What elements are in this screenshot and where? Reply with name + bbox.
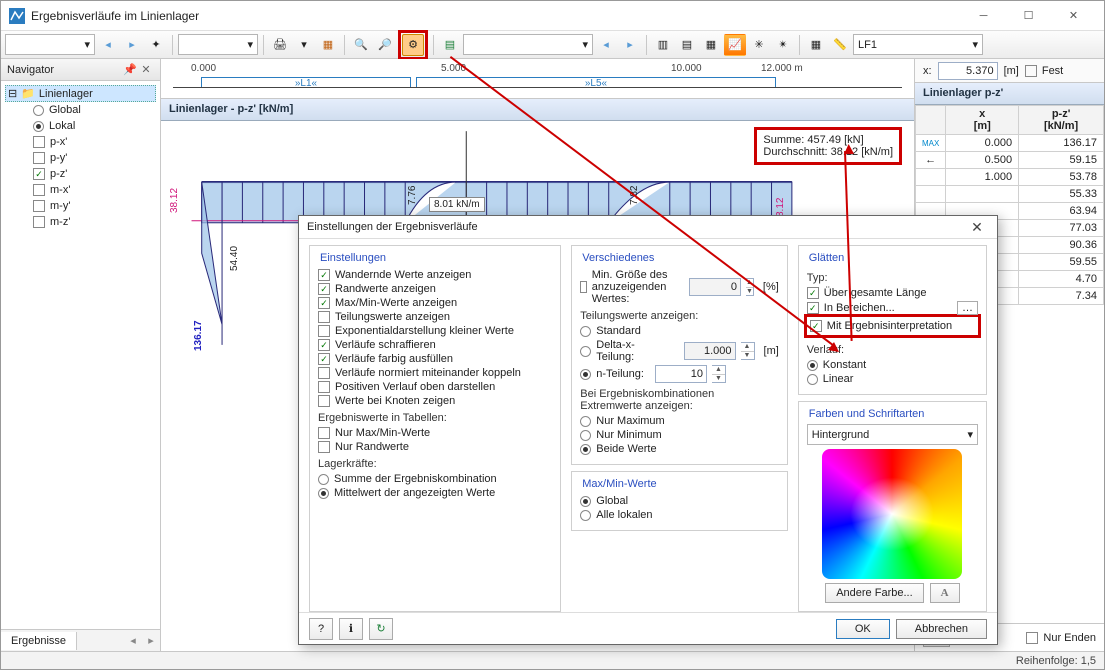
tree-item[interactable]: m-z' — [5, 214, 156, 230]
chk-farbig[interactable]: ✓Verläufe farbig ausfüllen — [318, 352, 552, 366]
radio-n[interactable]: n-Teilung: ▲▼ — [580, 364, 779, 384]
chk-gesamte[interactable]: ✓Über gesamte Länge — [807, 286, 978, 300]
radio-min[interactable]: Nur Minimum — [580, 428, 779, 442]
dx-input[interactable] — [684, 342, 736, 360]
nav2-next[interactable]: ▸ — [619, 34, 641, 56]
table-icon[interactable]: ▦ — [805, 34, 827, 56]
zoom-in-icon[interactable]: 🔍 — [350, 34, 372, 56]
nur-enden-checkbox[interactable]: Nur Enden — [1026, 631, 1096, 645]
chk-nur-rand[interactable]: Nur Randwerte — [318, 440, 552, 454]
minimize-button[interactable]: ─ — [961, 1, 1006, 30]
ruler: 0.000 5.000 10.000 12.000 m »L1« »L5« — [161, 59, 914, 99]
combo-3[interactable]: ▾ — [463, 34, 593, 55]
plot-title: Linienlager - p-z' [kN/m] — [161, 99, 914, 121]
chart-icon[interactable]: 📈 — [724, 34, 746, 56]
chk-normiert[interactable]: Verläufe normiert miteinander koppeln — [318, 366, 552, 380]
tree-lokal[interactable]: Lokal — [5, 118, 156, 134]
right-table-title: Linienlager p-z' — [915, 83, 1104, 105]
tab-next[interactable]: ▸ — [142, 630, 160, 651]
tree-global[interactable]: Global — [5, 102, 156, 118]
lf-combo[interactable]: LF1▾ — [853, 34, 983, 55]
reset-icon[interactable]: ↻ — [369, 618, 393, 640]
ruler-icon[interactable]: 📏 — [829, 34, 851, 56]
font-button[interactable]: A — [930, 583, 960, 603]
tree-item[interactable]: p-x' — [5, 134, 156, 150]
combo-2[interactable]: ▾ — [178, 34, 258, 55]
maximize-button[interactable]: ☐ — [1006, 1, 1051, 30]
chk-min-groesse[interactable]: Min. Größe des anzuzeigenden Wertes: ▲▼ … — [580, 268, 779, 306]
pick-icon[interactable]: ✦ — [145, 34, 167, 56]
filter-2-icon[interactable]: ▤ — [676, 34, 698, 56]
ok-button[interactable]: OK — [836, 619, 890, 639]
fest-checkbox[interactable]: Fest — [1025, 64, 1063, 78]
tree-item[interactable]: m-x' — [5, 182, 156, 198]
chk-interpretation[interactable]: ✓Mit Ergebnisinterpretation — [810, 319, 975, 333]
close-button[interactable]: ✕ — [1051, 1, 1096, 30]
navigator-pin-icon[interactable]: 📌 — [122, 62, 138, 78]
combo-1[interactable]: ▾ — [5, 34, 95, 55]
radio-konstant[interactable]: Konstant — [807, 358, 978, 372]
print-dropdown[interactable]: ▾ — [293, 34, 315, 56]
filter-1-icon[interactable]: ▥ — [652, 34, 674, 56]
tab-ergebnisse[interactable]: Ergebnisse — [1, 632, 77, 650]
help-icon[interactable]: ? — [309, 618, 333, 640]
tab-prev[interactable]: ◂ — [124, 630, 142, 651]
table-row[interactable]: MAX0.000136.17 — [916, 135, 1104, 152]
chk-schraffieren[interactable]: ✓Verläufe schraffieren — [318, 338, 552, 352]
chk-expo[interactable]: Exponentialdarstellung kleiner Werte — [318, 324, 552, 338]
tree-item[interactable]: p-y' — [5, 150, 156, 166]
color-wheel[interactable] — [822, 449, 962, 579]
summary-box: Summe: 457.49 [kN] Durchschnitt: 38.12 [… — [754, 127, 902, 165]
filter-3-icon[interactable]: ▦ — [700, 34, 722, 56]
settings-dialog: Einstellungen der Ergebnisverläufe ✕ Ein… — [298, 215, 998, 645]
table-row[interactable]: 1.00053.78 — [916, 169, 1104, 186]
nav-first[interactable]: ◂ — [97, 34, 119, 56]
settings-icon[interactable]: ⚙ — [402, 34, 424, 56]
info-icon[interactable]: ℹ — [339, 618, 363, 640]
window-title: Ergebnisverläufe im Linienlager — [31, 9, 961, 23]
navigator-title: Navigator — [7, 64, 54, 76]
color-combo[interactable]: Hintergrund▾ — [807, 424, 978, 445]
chk-teilung[interactable]: Teilungswerte anzeigen — [318, 310, 552, 324]
x-position-input[interactable] — [938, 62, 998, 80]
navigator-close-icon[interactable]: ✕ — [138, 62, 154, 78]
chk-nur-maxmin[interactable]: Nur Max/Min-Werte — [318, 426, 552, 440]
dialog-close-icon[interactable]: ✕ — [965, 216, 989, 238]
app-icon — [9, 8, 25, 24]
excel-icon[interactable]: ▤ — [439, 34, 461, 56]
table-row[interactable]: 55.33 — [916, 186, 1104, 203]
cancel-button[interactable]: Abbrechen — [896, 619, 987, 639]
radio-deltax[interactable]: Delta-x-Teilung: ▲▼ [m] — [580, 338, 779, 364]
tree-item[interactable]: ✓p-z' — [5, 166, 156, 182]
table-row[interactable]: ←0.50059.15 — [916, 152, 1104, 169]
chk-positiv[interactable]: Positiven Verlauf oben darstellen — [318, 380, 552, 394]
n-input[interactable] — [655, 365, 707, 383]
chk-wandernde[interactable]: ✓Wandernde Werte anzeigen — [318, 268, 552, 282]
radio-linear[interactable]: Linear — [807, 372, 978, 386]
pct-input[interactable] — [689, 278, 741, 296]
tree-item[interactable]: m-y' — [5, 198, 156, 214]
chk-maxmin[interactable]: ✓Max/Min-Werte anzeigen — [318, 296, 552, 310]
radio-summe[interactable]: Summe der Ergebniskombination — [318, 472, 552, 486]
status-bar: Reihenfolge: 1,5 — [1, 651, 1104, 669]
radio-mittelwert[interactable]: Mittelwert der angezeigten Werte — [318, 486, 552, 500]
render-icon[interactable]: ▦ — [317, 34, 339, 56]
radio-lokal[interactable]: Alle lokalen — [580, 508, 779, 522]
chk-randwerte[interactable]: ✓Randwerte anzeigen — [318, 282, 552, 296]
layer-1-icon[interactable]: ✳ — [748, 34, 770, 56]
tree-root[interactable]: ⊟📁Linienlager — [5, 85, 156, 102]
zoom-out-icon[interactable]: 🔎 — [374, 34, 396, 56]
radio-beide[interactable]: Beide Werte — [580, 442, 779, 456]
chk-knoten[interactable]: Werte bei Knoten zeigen — [318, 394, 552, 408]
radio-max[interactable]: Nur Maximum — [580, 414, 779, 428]
andere-farbe-button[interactable]: Andere Farbe... — [825, 583, 923, 603]
cursor-value: 8.01 kN/m — [429, 197, 485, 212]
nav-prev[interactable]: ▸ — [121, 34, 143, 56]
layer-2-icon[interactable]: ✴ — [772, 34, 794, 56]
radio-standard[interactable]: Standard — [580, 324, 779, 338]
nav2-prev[interactable]: ◂ — [595, 34, 617, 56]
radio-global[interactable]: Global — [580, 494, 779, 508]
print-icon[interactable]: 🖨 — [269, 34, 291, 56]
